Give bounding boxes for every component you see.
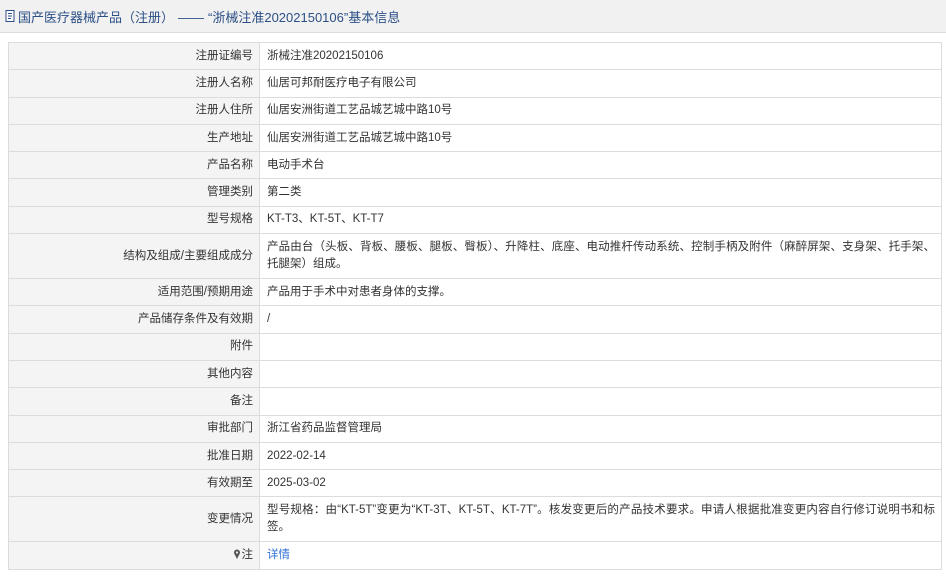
table-row: 审批部门 浙江省药品监督管理局 (8, 414, 942, 443)
detail-table: 注册证编号 浙械注准20202150106 注册人名称 仙居可邦耐医疗电子有限公… (8, 41, 942, 570)
table-row: 结构及组成/主要组成成分 产品由台（头板、背板、腰板、腿板、臀板）、升降柱、底座… (8, 233, 942, 280)
table-row: 型号规格 KT-T3、KT-5T、KT-T7 (8, 205, 942, 235)
table-row: 产品名称 电动手术台 (8, 151, 942, 180)
row-value: / (259, 305, 942, 334)
row-value: 型号规格：由“KT-5T”变更为“KT-3T、KT-5T、KT-7T”。核发变更… (259, 496, 942, 543)
row-value: 浙械注准20202150106 (259, 41, 942, 71)
row-label: 型号规格 (8, 205, 260, 235)
row-value (259, 332, 942, 361)
details-link[interactable]: 详情 (267, 549, 290, 561)
row-label: 结构及组成/主要组成成分 (8, 233, 260, 280)
row-value: 仙居可邦耐医疗电子有限公司 (259, 69, 942, 98)
row-value (259, 359, 942, 389)
row-value: 仙居安洲街道工艺品城艺城中路10号 (259, 96, 942, 125)
table-row-note: 注 详情 (8, 541, 942, 570)
row-value: 第二类 (259, 178, 942, 207)
row-label: 适用范围/预期用途 (8, 278, 260, 307)
row-value: 2025-03-02 (259, 469, 942, 498)
pin-icon (233, 548, 241, 560)
table-row: 适用范围/预期用途 产品用于手术中对患者身体的支撑。 (8, 278, 942, 307)
row-value: 仙居安洲街道工艺品城艺城中路10号 (259, 123, 942, 153)
document-icon (5, 10, 16, 22)
table-row: 批准日期 2022-02-14 (8, 441, 942, 471)
note-value-cell: 详情 (259, 541, 942, 570)
row-value (259, 387, 942, 416)
note-label: 注 (241, 549, 254, 562)
row-label: 注册证编号 (8, 41, 260, 71)
table-row: 管理类别 第二类 (8, 178, 942, 207)
table-row: 有效期至 2025-03-02 (8, 469, 942, 498)
page-header: 国产医疗器械产品（注册） —— “浙械注准20202150106”基本信息 (0, 0, 946, 33)
row-label: 产品名称 (8, 151, 260, 180)
row-value: 电动手术台 (259, 151, 942, 180)
row-label: 附件 (8, 332, 260, 361)
page-title: 国产医疗器械产品（注册） —— “浙械注准20202150106”基本信息 (18, 7, 400, 26)
row-label: 备注 (8, 387, 260, 416)
table-row: 变更情况 型号规格：由“KT-5T”变更为“KT-3T、KT-5T、KT-7T”… (8, 496, 942, 543)
row-value: KT-T3、KT-5T、KT-T7 (259, 205, 942, 235)
row-label: 生产地址 (8, 123, 260, 153)
row-label: 管理类别 (8, 178, 260, 207)
table-row: 附件 (8, 332, 942, 361)
row-label: 有效期至 (8, 469, 260, 498)
row-label: 审批部门 (8, 414, 260, 443)
note-label-cell: 注 (8, 541, 260, 570)
row-label: 变更情况 (8, 496, 260, 543)
table-row: 其他内容 (8, 359, 942, 389)
row-value: 2022-02-14 (259, 441, 942, 471)
breadcrumb: 国产医疗器械产品（注册） (18, 9, 175, 25)
table-row: 注册人名称 仙居可邦耐医疗电子有限公司 (8, 69, 942, 98)
title-separator: —— (178, 9, 205, 25)
table-row: 生产地址 仙居安洲街道工艺品城艺城中路10号 (8, 123, 942, 153)
row-label: 其他内容 (8, 359, 260, 389)
row-value: 产品用于手术中对患者身体的支撑。 (259, 278, 942, 307)
row-label: 产品储存条件及有效期 (8, 305, 260, 334)
table-row: 产品储存条件及有效期 / (8, 305, 942, 334)
table-row: 注册证编号 浙械注准20202150106 (8, 41, 942, 71)
table-row: 备注 (8, 387, 942, 416)
record-title: “浙械注准20202150106”基本信息 (208, 9, 401, 25)
table-row: 注册人住所 仙居安洲街道工艺品城艺城中路10号 (8, 96, 942, 125)
row-label: 注册人住所 (8, 96, 260, 125)
row-value: 浙江省药品监督管理局 (259, 414, 942, 443)
row-value: 产品由台（头板、背板、腰板、腿板、臀板）、升降柱、底座、电动推杆传动系统、控制手… (259, 233, 942, 280)
row-label: 批准日期 (8, 441, 260, 471)
row-label: 注册人名称 (8, 69, 260, 98)
